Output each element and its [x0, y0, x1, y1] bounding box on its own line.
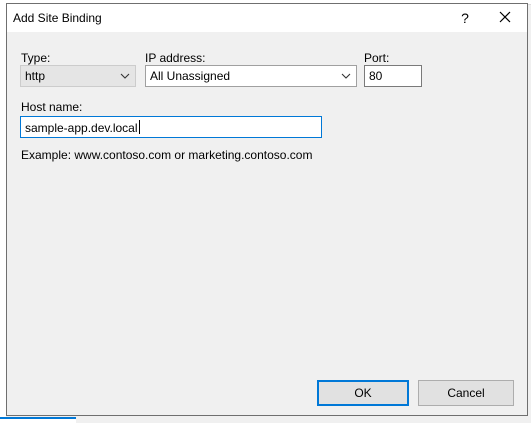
ip-address-label: IP address: — [145, 51, 206, 65]
close-icon — [499, 11, 511, 23]
ok-button[interactable]: OK — [317, 380, 409, 406]
dialog-titlebar[interactable]: Add Site Binding ? — [7, 4, 527, 32]
port-label: Port: — [364, 51, 390, 65]
ip-address-value: All Unassigned — [150, 69, 231, 83]
host-name-input[interactable]: sample-app.dev.local — [20, 116, 322, 138]
port-input[interactable]: 80 — [364, 65, 422, 87]
dialog-title: Add Site Binding — [13, 11, 102, 25]
type-value: http — [25, 69, 46, 83]
ip-address-dropdown[interactable]: All Unassigned — [145, 65, 357, 87]
example-hint: Example: www.contoso.com or marketing.co… — [21, 148, 313, 162]
cancel-button[interactable]: Cancel — [418, 380, 514, 406]
add-site-binding-dialog: Add Site Binding ? Type: http IP address… — [6, 3, 528, 416]
help-button[interactable]: ? — [448, 4, 482, 32]
chevron-down-icon — [341, 73, 351, 79]
type-label: Type: — [21, 51, 51, 65]
type-dropdown[interactable]: http — [20, 65, 136, 87]
close-button[interactable] — [488, 4, 522, 32]
host-name-value: sample-app.dev.local — [25, 121, 138, 135]
chevron-down-icon — [120, 73, 130, 79]
text-caret — [138, 120, 140, 134]
port-value: 80 — [369, 69, 383, 83]
background-tab[interactable] — [0, 417, 76, 423]
host-name-label: Host name: — [21, 100, 83, 114]
